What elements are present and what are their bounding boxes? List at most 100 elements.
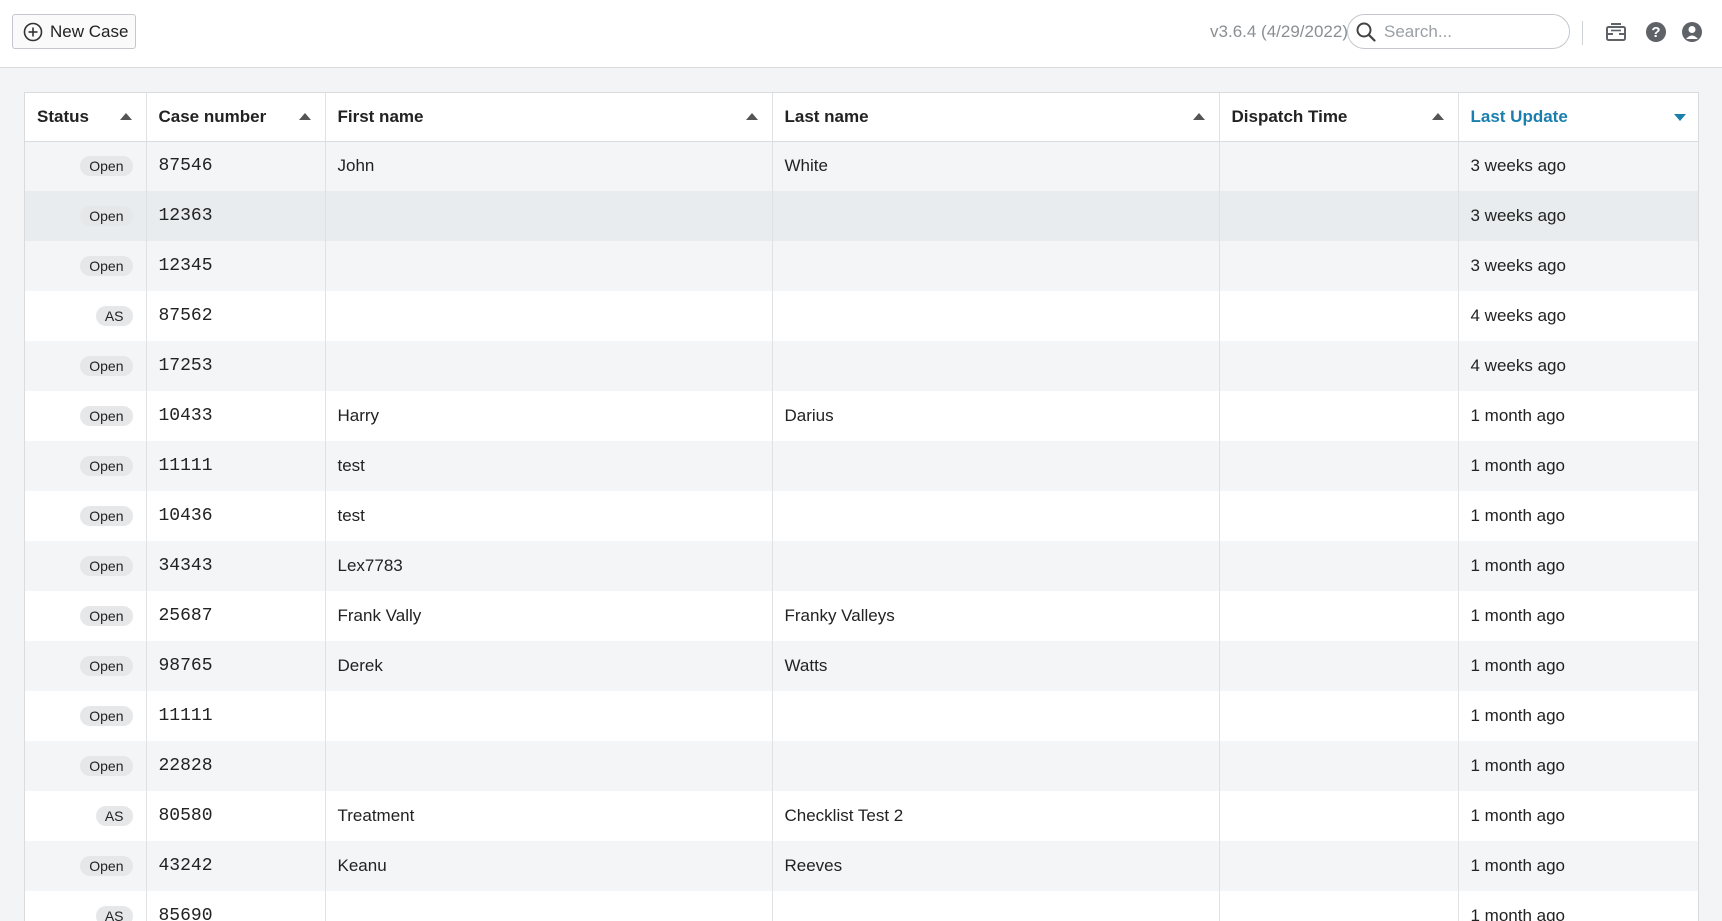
last-update-cell: 3 weeks ago (1458, 191, 1698, 241)
last-update-cell: 1 month ago (1458, 441, 1698, 491)
case-number-cell: 34343 (146, 541, 326, 591)
dispatch-time-cell (1219, 541, 1459, 591)
cases-table: Status Case number First name Last name … (25, 93, 1698, 921)
case-number-cell: 11111 (146, 691, 326, 741)
search-input[interactable] (1382, 20, 1556, 43)
table-row[interactable]: Open 12363 3 weeks ago (25, 191, 1698, 241)
last-update-cell: 1 month ago (1458, 541, 1698, 591)
sort-desc-icon (1674, 114, 1686, 121)
status-badge: Open (80, 506, 133, 526)
case-number-cell: 12363 (146, 191, 326, 241)
last-update-cell: 1 month ago (1458, 791, 1698, 841)
case-number-cell: 10433 (146, 391, 326, 441)
last-update-cell: 1 month ago (1458, 741, 1698, 791)
status-cell: Open (25, 241, 147, 291)
status-cell: Open (25, 491, 147, 541)
status-badge: AS (95, 806, 133, 826)
column-header-case-number[interactable]: Case number (146, 93, 326, 142)
table-row[interactable]: Open 87546 John White 3 weeks ago (25, 141, 1698, 191)
dispatch-time-cell (1219, 841, 1459, 891)
help-icon[interactable]: ? (1644, 20, 1668, 44)
table-row[interactable]: Open 11111 1 month ago (25, 691, 1698, 741)
last-name-cell (772, 541, 1220, 591)
first-name-cell (325, 891, 773, 921)
status-cell: Open (25, 741, 147, 791)
last-update-cell: 1 month ago (1458, 691, 1698, 741)
sort-asc-icon (119, 113, 132, 120)
dispatch-time-cell (1219, 141, 1459, 191)
dispatch-time-cell (1219, 291, 1459, 341)
first-name-cell (325, 291, 773, 341)
search-box[interactable] (1347, 14, 1570, 49)
last-name-cell: Darius (772, 391, 1220, 441)
status-cell: AS (25, 791, 147, 841)
last-name-cell (772, 491, 1220, 541)
first-name-cell (325, 741, 773, 791)
case-number-cell: 98765 (146, 641, 326, 691)
table-row[interactable]: Open 43242 Keanu Reeves 1 month ago (25, 841, 1698, 891)
column-header-last-update[interactable]: Last Update (1458, 93, 1698, 142)
dispatch-time-cell (1219, 441, 1459, 491)
status-cell: AS (25, 291, 147, 341)
last-name-cell: Watts (772, 641, 1220, 691)
dispatch-time-cell (1219, 591, 1459, 641)
status-badge: Open (80, 656, 133, 676)
status-badge: Open (80, 256, 133, 276)
case-number-cell: 11111 (146, 441, 326, 491)
table-row[interactable]: Open 11111 test 1 month ago (25, 441, 1698, 491)
table-row[interactable]: AS 85690 1 month ago (25, 891, 1698, 921)
status-badge: AS (95, 306, 133, 326)
status-cell: AS (25, 891, 147, 921)
last-name-cell (772, 441, 1220, 491)
status-badge: Open (80, 606, 133, 626)
last-update-cell: 4 weeks ago (1458, 291, 1698, 341)
last-update-cell: 4 weeks ago (1458, 341, 1698, 391)
first-name-cell: Keanu (325, 841, 773, 891)
case-number-cell: 12345 (146, 241, 326, 291)
column-header-first-name[interactable]: First name (325, 93, 773, 142)
table-row[interactable]: Open 34343 Lex7783 1 month ago (25, 541, 1698, 591)
last-update-cell: 1 month ago (1458, 891, 1698, 921)
sort-asc-icon (1431, 113, 1444, 120)
first-name-cell: Treatment (325, 791, 773, 841)
last-name-cell (772, 741, 1220, 791)
user-icon[interactable] (1680, 20, 1704, 44)
first-name-cell: Lex7783 (325, 541, 773, 591)
last-update-cell: 1 month ago (1458, 841, 1698, 891)
top-toolbar: New Case v3.6.4 (4/29/2022) ? (0, 0, 1722, 68)
svg-text:?: ? (1651, 24, 1660, 41)
column-header-dispatch-time[interactable]: Dispatch Time (1219, 93, 1459, 142)
plus-circle-icon (23, 22, 43, 41)
table-row[interactable]: Open 22828 1 month ago (25, 741, 1698, 791)
last-name-cell (772, 341, 1220, 391)
inbox-icon[interactable] (1604, 20, 1628, 44)
table-row[interactable]: Open 98765 Derek Watts 1 month ago (25, 641, 1698, 691)
table-row[interactable]: Open 10436 test 1 month ago (25, 491, 1698, 541)
sort-asc-icon (298, 113, 311, 120)
table-row[interactable]: Open 17253 4 weeks ago (25, 341, 1698, 391)
first-name-cell (325, 191, 773, 241)
column-header-status[interactable]: Status (25, 93, 147, 142)
first-name-cell: Derek (325, 641, 773, 691)
status-badge: Open (80, 356, 133, 376)
last-name-cell: White (772, 141, 1220, 191)
last-update-cell: 3 weeks ago (1458, 141, 1698, 191)
last-name-cell (772, 191, 1220, 241)
table-header-row: Status Case number First name Last name … (25, 93, 1698, 142)
table-row[interactable]: Open 25687 Frank Vally Franky Valleys 1 mont… (25, 591, 1698, 641)
column-header-last-name[interactable]: Last name (772, 93, 1220, 142)
case-number-cell: 80580 (146, 791, 326, 841)
first-name-cell (325, 241, 773, 291)
first-name-cell: John (325, 141, 773, 191)
case-number-cell: 17253 (146, 341, 326, 391)
sort-asc-icon (745, 113, 758, 120)
table-row[interactable]: Open 10433 Harry Darius 1 month ago (25, 391, 1698, 441)
table-row[interactable]: AS 80580 Treatment Checklist Test 2 1 month … (25, 791, 1698, 841)
new-case-button[interactable]: New Case (12, 14, 136, 49)
dispatch-time-cell (1219, 491, 1459, 541)
table-row[interactable]: AS 87562 4 weeks ago (25, 291, 1698, 341)
first-name-cell: test (325, 491, 773, 541)
table-row[interactable]: Open 12345 3 weeks ago (25, 241, 1698, 291)
first-name-cell (325, 691, 773, 741)
last-name-cell (772, 691, 1220, 741)
